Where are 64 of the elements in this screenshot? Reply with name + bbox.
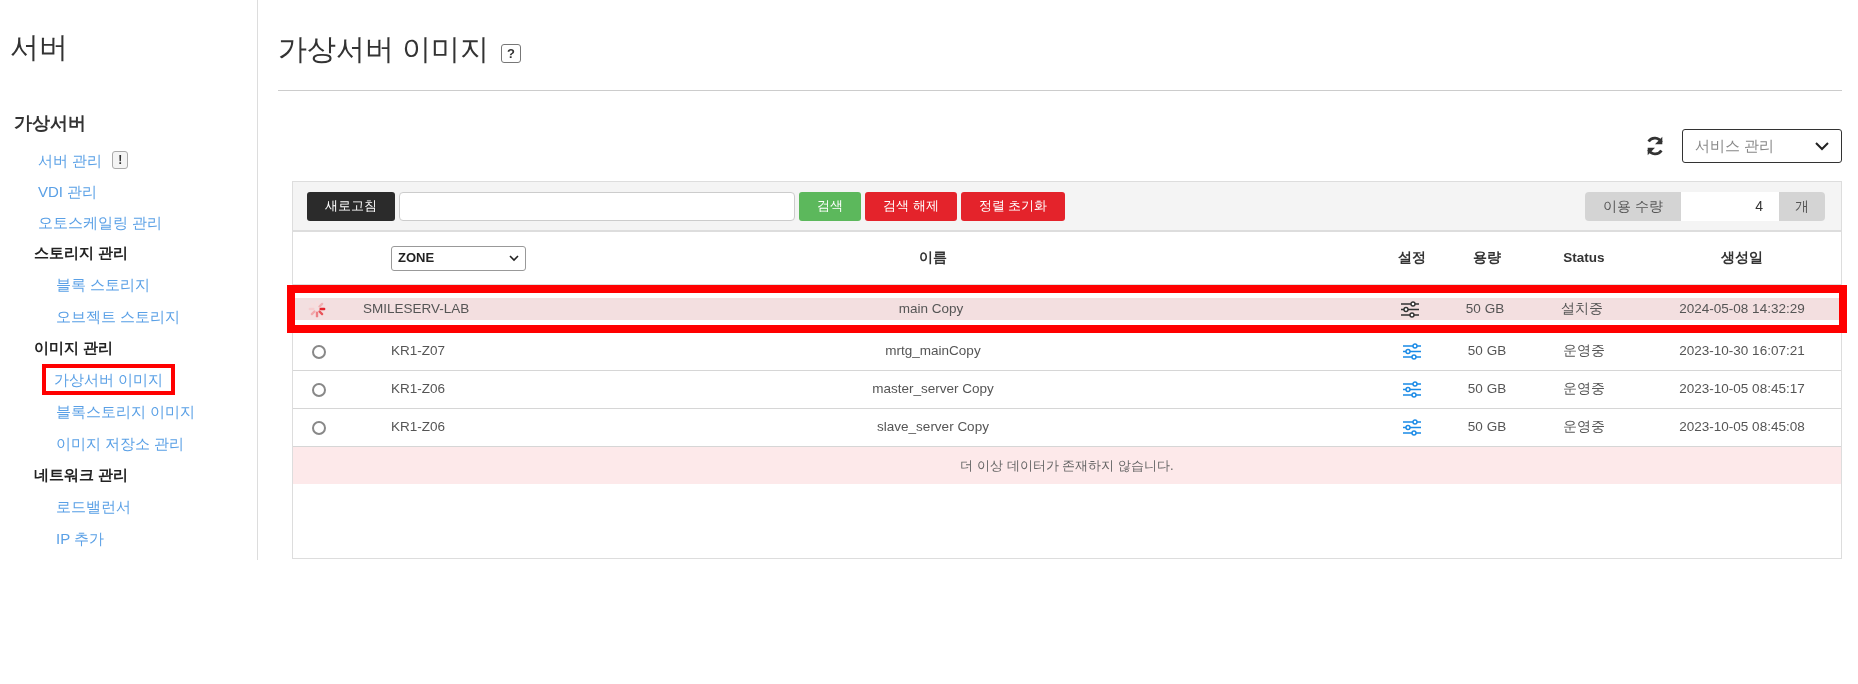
sidebar-group-label: 이미지 관리	[34, 337, 114, 358]
settings-sliders-icon[interactable]	[1402, 343, 1422, 360]
help-badge[interactable]: ?	[501, 43, 521, 63]
sidebar-link[interactable]: 가상서버 이미지	[42, 364, 176, 395]
radio-button[interactable]	[312, 382, 326, 397]
column-header[interactable]: 생성일	[1643, 247, 1841, 269]
table-row[interactable]: SMILESERV-LAB main Copy 50 GB 설치중 2024-05-08 14:32:29	[287, 285, 1847, 333]
radio-button[interactable]	[312, 344, 326, 359]
status-cell-text: 운영중	[1562, 380, 1606, 399]
date-cell-text: 2023-10-05 08:45:08	[1678, 418, 1806, 437]
name-cell-text: main Copy	[897, 299, 965, 318]
sidebar-link[interactable]: 서버 관리	[34, 146, 107, 174]
zone-cell-text: KR1-Z06	[390, 380, 446, 399]
usage-label: 이용 수량	[1602, 196, 1664, 216]
settings-sliders-icon[interactable]	[1402, 381, 1422, 398]
column-header[interactable]: 용량	[1449, 247, 1525, 269]
sidebar-link[interactable]: 오토스케일링 관리	[34, 208, 167, 236]
loading-spinner-icon	[308, 300, 326, 318]
status-cell-text: 운영중	[1562, 342, 1606, 361]
settings-sliders-icon[interactable]	[1402, 419, 1422, 436]
date-cell-text: 2024-05-08 14:32:29	[1678, 299, 1806, 318]
chevron-down-icon	[509, 254, 519, 262]
zone-cell-text: SMILESERV-LAB	[362, 299, 471, 318]
page-title: 가상서버 이미지	[278, 32, 490, 68]
sidebar-link[interactable]: IP 추가	[52, 525, 109, 552]
toolbar-button[interactable]: 검색 해제	[865, 191, 957, 221]
size-cell-text: 50 GB	[1464, 299, 1506, 318]
sidebar-link[interactable]: 블록 스토리지	[52, 271, 155, 298]
name-cell-text: mrtg_mainCopy	[884, 342, 982, 361]
search-field[interactable]	[399, 191, 795, 221]
zone-cell-text: KR1-Z06	[390, 418, 446, 437]
sidebar-group-label: 스토리지 관리	[34, 242, 129, 263]
sidebar-link[interactable]: 블록스토리지 이미지	[52, 398, 200, 425]
toolbar-button[interactable]: 검색	[799, 191, 861, 221]
column-header[interactable]: 설정	[1375, 247, 1449, 269]
sidebar-link[interactable]: VDI 관리	[34, 177, 102, 205]
sidebar-group-label: 네트워크 관리	[34, 464, 129, 485]
toolbar-button[interactable]: 새로고침	[307, 191, 395, 221]
usage-value: 4	[1681, 191, 1779, 221]
date-cell-text: 2023-10-30 16:07:21	[1678, 342, 1806, 361]
sidebar-section-title: 가상서버	[14, 111, 87, 135]
size-cell-text: 50 GB	[1466, 342, 1508, 361]
column-header[interactable]: Status	[1525, 247, 1643, 269]
date-cell-text: 2023-10-05 08:45:17	[1678, 380, 1806, 399]
sidebar-title: 서버	[10, 30, 69, 65]
sidebar-link[interactable]: 로드밸런서	[52, 493, 135, 520]
empty-message: 더 이상 데이터가 존재하지 않습니다.	[293, 447, 1841, 484]
status-cell-text: 설치중	[1560, 299, 1604, 318]
usage-unit: 개	[1794, 196, 1810, 216]
zone-cell-text: KR1-Z07	[390, 342, 446, 361]
status-cell-text: 운영중	[1562, 418, 1606, 437]
radio-button[interactable]	[312, 420, 326, 435]
settings-sliders-icon[interactable]	[1400, 300, 1420, 318]
chevron-down-icon	[1815, 141, 1829, 151]
name-cell-text: master_server Copy	[871, 380, 995, 399]
sidebar-link[interactable]: 오브젝트 스토리지	[52, 303, 185, 330]
size-cell-text: 50 GB	[1466, 418, 1508, 437]
size-cell-text: 50 GB	[1466, 380, 1508, 399]
warning-badge: !	[112, 151, 129, 169]
service-select[interactable]: 서비스 관리	[1682, 129, 1842, 163]
toolbar-button[interactable]: 정렬 초기화	[960, 191, 1066, 221]
zone-filter-select[interactable]: ZONE	[391, 245, 526, 271]
sidebar-link[interactable]: 이미지 저장소 관리	[52, 430, 189, 457]
name-cell-text: slave_server Copy	[876, 418, 990, 437]
